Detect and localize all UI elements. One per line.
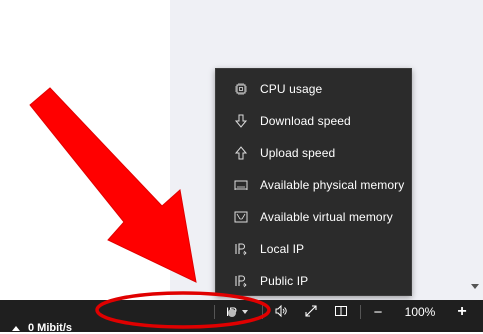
menu-item-label: CPU usage (260, 82, 323, 96)
document-area-left (0, 0, 170, 300)
status-separator (360, 305, 361, 319)
menu-item-public-ip[interactable]: Public IP (216, 265, 411, 297)
expand-icon (304, 304, 318, 321)
virtual-memory-icon (233, 209, 249, 225)
statusbar-indicator-menu: CPU usage Download speed Upload speed Av… (215, 68, 412, 296)
public-ip-icon (233, 273, 249, 289)
fullscreen-button[interactable] (300, 300, 322, 324)
menu-item-label: Public IP (260, 274, 309, 288)
book-icon (334, 304, 348, 321)
menu-item-available-virtual-memory[interactable]: Available virtual memory (216, 201, 411, 233)
scroll-down-arrow-icon[interactable] (471, 284, 479, 289)
network-speed-readout: 0 Mibit/s (28, 322, 73, 334)
ip-indicator-label: IP (225, 305, 238, 319)
zoom-in-button[interactable]: + (452, 300, 472, 324)
zoom-level[interactable]: 100% (398, 300, 442, 324)
reading-view-button[interactable] (330, 300, 352, 324)
menu-item-download-speed[interactable]: Download speed (216, 105, 411, 137)
speaker-button[interactable] (270, 300, 292, 324)
speaker-icon (274, 304, 288, 321)
taskbar-strip (0, 324, 483, 332)
chevron-down-icon (242, 310, 249, 314)
menu-item-available-physical-memory[interactable]: Available physical memory (216, 169, 411, 201)
menu-item-label: Available physical memory (260, 178, 405, 192)
menu-item-label: Available virtual memory (260, 210, 393, 224)
cpu-icon (233, 81, 249, 97)
menu-item-label: Local IP (260, 242, 305, 256)
physical-memory-icon (233, 177, 249, 193)
local-ip-icon (233, 241, 249, 257)
status-bar: IP − 100% + (0, 300, 483, 324)
upload-arrow-icon (233, 145, 249, 161)
status-separator (214, 305, 215, 319)
menu-item-local-ip[interactable]: Local IP (216, 233, 411, 265)
menu-item-cpu-usage[interactable]: CPU usage (216, 73, 411, 105)
menu-item-upload-speed[interactable]: Upload speed (216, 137, 411, 169)
download-arrow-icon (233, 113, 249, 129)
menu-item-label: Upload speed (260, 146, 336, 160)
zoom-out-button[interactable]: − (368, 300, 388, 324)
ip-indicator-dropdown-button[interactable]: IP (222, 300, 252, 324)
menu-item-label: Download speed (260, 114, 351, 128)
upload-indicator-icon (12, 326, 20, 331)
status-separator (262, 305, 263, 319)
